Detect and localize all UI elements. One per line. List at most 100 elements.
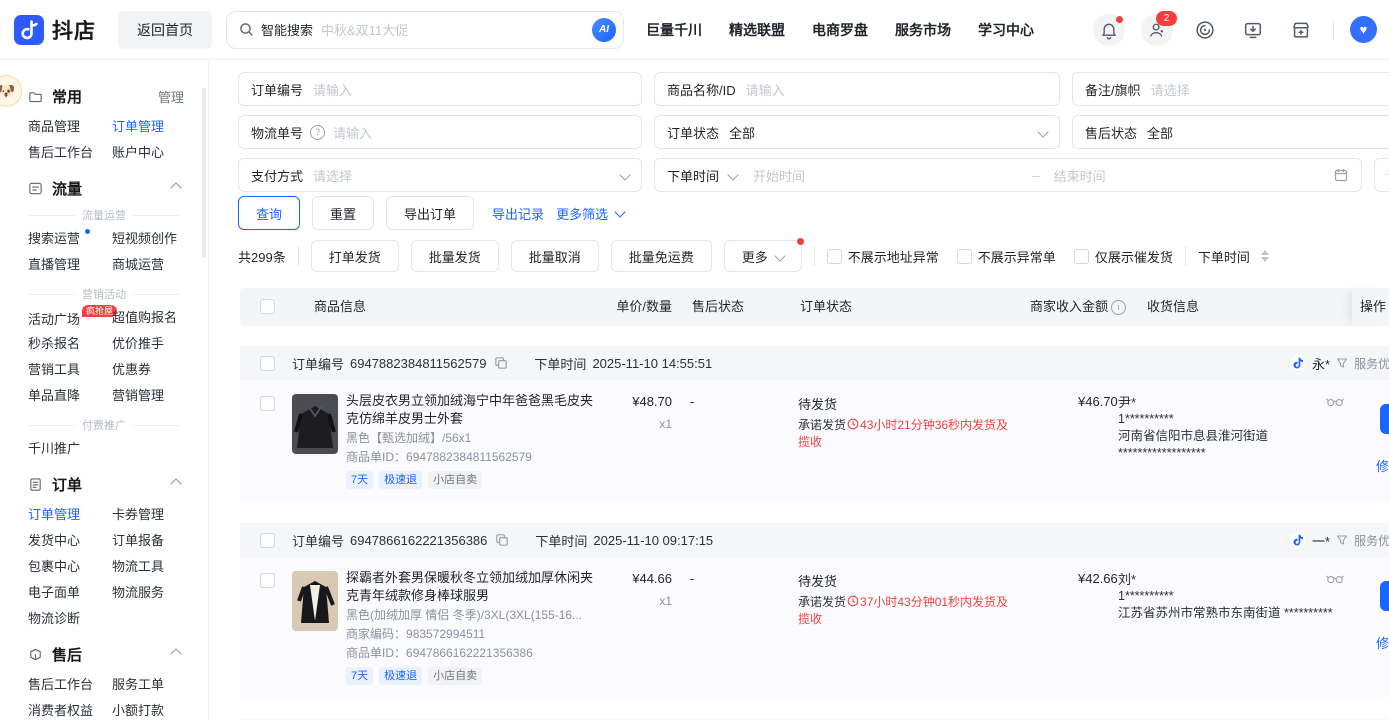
shop-icon[interactable] xyxy=(1285,14,1317,46)
order-row-checkbox[interactable] xyxy=(260,573,275,588)
sidebar-item-千川推广[interactable]: 千川推广 xyxy=(28,436,112,462)
nav-item-服务市场[interactable]: 服务市场 xyxy=(895,20,951,40)
checkbox-box[interactable] xyxy=(1074,249,1089,264)
sidebar-item-售后工作台[interactable]: 售后工作台 xyxy=(28,140,112,166)
sidebar-item-小额打款[interactable]: 小额打款 xyxy=(112,698,208,720)
extra-filter[interactable]: 请选择 xyxy=(1374,158,1389,192)
sidebar-item-搜索运营[interactable]: 搜索运营 xyxy=(28,226,112,252)
sidebar-item-单品直降[interactable]: 单品直降 xyxy=(28,383,112,409)
batch-button-批量取消[interactable]: 批量取消 xyxy=(511,240,599,272)
sidebar-item-超值购报名[interactable]: 超值购报名 xyxy=(112,305,208,331)
nav-item-电商罗盘[interactable]: 电商罗盘 xyxy=(812,20,868,40)
sidebar-item-订单报备[interactable]: 订单报备 xyxy=(112,528,208,554)
checkbox-box[interactable] xyxy=(957,249,972,264)
sidebar-item-消费者权益[interactable]: 消费者权益 xyxy=(28,698,112,720)
notification-bell-icon[interactable] xyxy=(1093,14,1125,46)
export-orders-button[interactable]: 导出订单 xyxy=(386,196,474,230)
batch-button-批量免运费[interactable]: 批量免运费 xyxy=(611,240,712,272)
sidebar-item-优价推手[interactable]: 优价推手 xyxy=(112,331,208,357)
order-row-checkbox[interactable] xyxy=(260,396,275,411)
nav-item-学习中心[interactable]: 学习中心 xyxy=(978,20,1034,40)
view-masked-info-icon[interactable] xyxy=(1326,396,1344,407)
product-name-filter[interactable]: 商品名称/ID 请输入 xyxy=(654,72,1060,106)
sidebar-item-短视频创作[interactable]: 短视频创作 xyxy=(112,226,208,252)
sidebar-item-物流服务[interactable]: 物流服务 xyxy=(112,580,208,606)
buyer-name[interactable]: 一* xyxy=(1312,531,1330,550)
sidebar-item-账户中心[interactable]: 账户中心 xyxy=(112,140,208,166)
help-icon[interactable]: ? xyxy=(310,125,325,140)
order-status-select[interactable]: 订单状态 全部 xyxy=(654,115,1060,149)
search-input[interactable]: 智能搜索 中秋&双11大促 AI xyxy=(226,11,624,49)
order-checkbox[interactable] xyxy=(260,533,275,548)
more-filter-link[interactable]: 更多筛选 xyxy=(556,204,624,223)
checkbox-仅展示催发货[interactable]: 仅展示催发货 xyxy=(1074,247,1173,266)
compass-icon[interactable] xyxy=(1189,14,1221,46)
ai-search-icon[interactable]: AI xyxy=(592,18,616,42)
product-image[interactable] xyxy=(292,394,338,454)
order-time-range[interactable]: 下单时间 开始时间 – 结束时间 xyxy=(654,158,1362,192)
product-image[interactable] xyxy=(292,571,338,631)
back-home-button[interactable]: 返回首页 xyxy=(118,11,212,49)
more-button[interactable]: 更多 xyxy=(724,240,802,272)
order-id-filter[interactable]: 订单编号 请输入 xyxy=(238,72,642,106)
pay-method-select[interactable]: 支付方式 请选择 xyxy=(238,158,642,192)
sidebar-item-秒杀报名[interactable]: 秒杀报名 xyxy=(28,331,112,357)
ship-action-button[interactable] xyxy=(1380,581,1389,611)
copy-icon[interactable] xyxy=(495,533,509,547)
sidebar-item-优惠券[interactable]: 优惠券 xyxy=(112,357,208,383)
order-checkbox[interactable] xyxy=(260,356,275,371)
product-title[interactable]: 探霸者外套男保暖秋冬立领加绒加厚休闲夹克青年绒款修身棒球服男 xyxy=(346,569,598,605)
sidebar-item-活动广场[interactable]: 活动广场疯抢屋 xyxy=(28,305,112,331)
sidebar-item-服务工单[interactable]: 服务工单 xyxy=(112,672,208,698)
ship-action-button[interactable] xyxy=(1380,404,1389,434)
batch-button-批量发货[interactable]: 批量发货 xyxy=(411,240,499,272)
remark-flag-filter[interactable]: 备注/旗帜 请选择 xyxy=(1072,72,1389,106)
copy-icon[interactable] xyxy=(494,356,508,370)
app-logo[interactable]: 抖店 xyxy=(14,15,96,45)
batch-button-打单发货[interactable]: 打单发货 xyxy=(311,240,399,272)
nav-item-巨量千川[interactable]: 巨量千川 xyxy=(646,20,702,40)
chevron-up-icon[interactable] xyxy=(170,478,181,489)
nav-item-精选联盟[interactable]: 精选联盟 xyxy=(729,20,785,40)
sidebar-item-卡券管理[interactable]: 卡券管理 xyxy=(112,502,208,528)
sidebar-item-营销管理[interactable]: 营销管理 xyxy=(112,383,208,409)
checkbox-不展示地址异常[interactable]: 不展示地址异常 xyxy=(827,247,939,266)
section-action[interactable]: 管理 xyxy=(158,87,184,106)
order-time-value: 2025-11-10 14:55:51 xyxy=(592,356,712,371)
sidebar-item-售后工作台[interactable]: 售后工作台 xyxy=(28,672,112,698)
buyer-name[interactable]: 永* xyxy=(1312,354,1330,373)
info-icon[interactable]: i xyxy=(1111,300,1126,315)
aftersale-status-select[interactable]: 售后状态 全部 xyxy=(1072,115,1389,149)
select-all-checkbox[interactable] xyxy=(260,299,275,314)
product-title[interactable]: 头层皮衣男立领加绒海宁中年爸爸黑毛皮夹克仿绵羊皮男士外套 xyxy=(346,392,598,428)
sidebar-item-订单管理[interactable]: 订单管理 xyxy=(112,114,208,140)
view-masked-info-icon[interactable] xyxy=(1326,573,1344,584)
modify-address-link[interactable]: 修改地址 xyxy=(1376,633,1389,652)
checkbox-box[interactable] xyxy=(827,249,842,264)
promise-label: 承诺发货 xyxy=(798,595,846,609)
contacts-icon[interactable]: 2 xyxy=(1141,14,1173,46)
chevron-up-icon[interactable] xyxy=(170,648,181,659)
customer-service-avatar[interactable]: ♥ xyxy=(1350,16,1377,43)
modify-address-link[interactable]: 修改地址 xyxy=(1376,456,1389,475)
sidebar-item-营销工具[interactable]: 营销工具 xyxy=(28,357,112,383)
sidebar-item-物流诊断[interactable]: 物流诊断 xyxy=(28,606,112,632)
sidebar-item-订单管理[interactable]: 订单管理 xyxy=(28,502,112,528)
checkbox-不展示异常单[interactable]: 不展示异常单 xyxy=(957,247,1056,266)
sidebar-item-发货中心[interactable]: 发货中心 xyxy=(28,528,112,554)
chevron-up-icon[interactable] xyxy=(170,182,181,193)
sidebar-item-直播管理[interactable]: 直播管理 xyxy=(28,252,112,278)
export-record-link[interactable]: 导出记录 xyxy=(492,204,544,223)
sidebar-item-商城运营[interactable]: 商城运营 xyxy=(112,252,208,278)
download-client-icon[interactable] xyxy=(1237,14,1269,46)
tracking-number-filter[interactable]: 物流单号 ? 请输入 xyxy=(238,115,642,149)
sidebar-item-电子面单[interactable]: 电子面单 xyxy=(28,580,112,606)
sidebar-item-物流工具[interactable]: 物流工具 xyxy=(112,554,208,580)
sidebar-item-商品管理[interactable]: 商品管理 xyxy=(28,114,112,140)
query-button[interactable]: 查询 xyxy=(238,196,300,230)
funnel-icon[interactable] xyxy=(1336,357,1348,369)
sidebar-item-包裹中心[interactable]: 包裹中心 xyxy=(28,554,112,580)
reset-button[interactable]: 重置 xyxy=(312,196,374,230)
funnel-icon[interactable] xyxy=(1336,534,1348,546)
sort-by-order-time[interactable]: 下单时间 xyxy=(1198,246,1269,266)
